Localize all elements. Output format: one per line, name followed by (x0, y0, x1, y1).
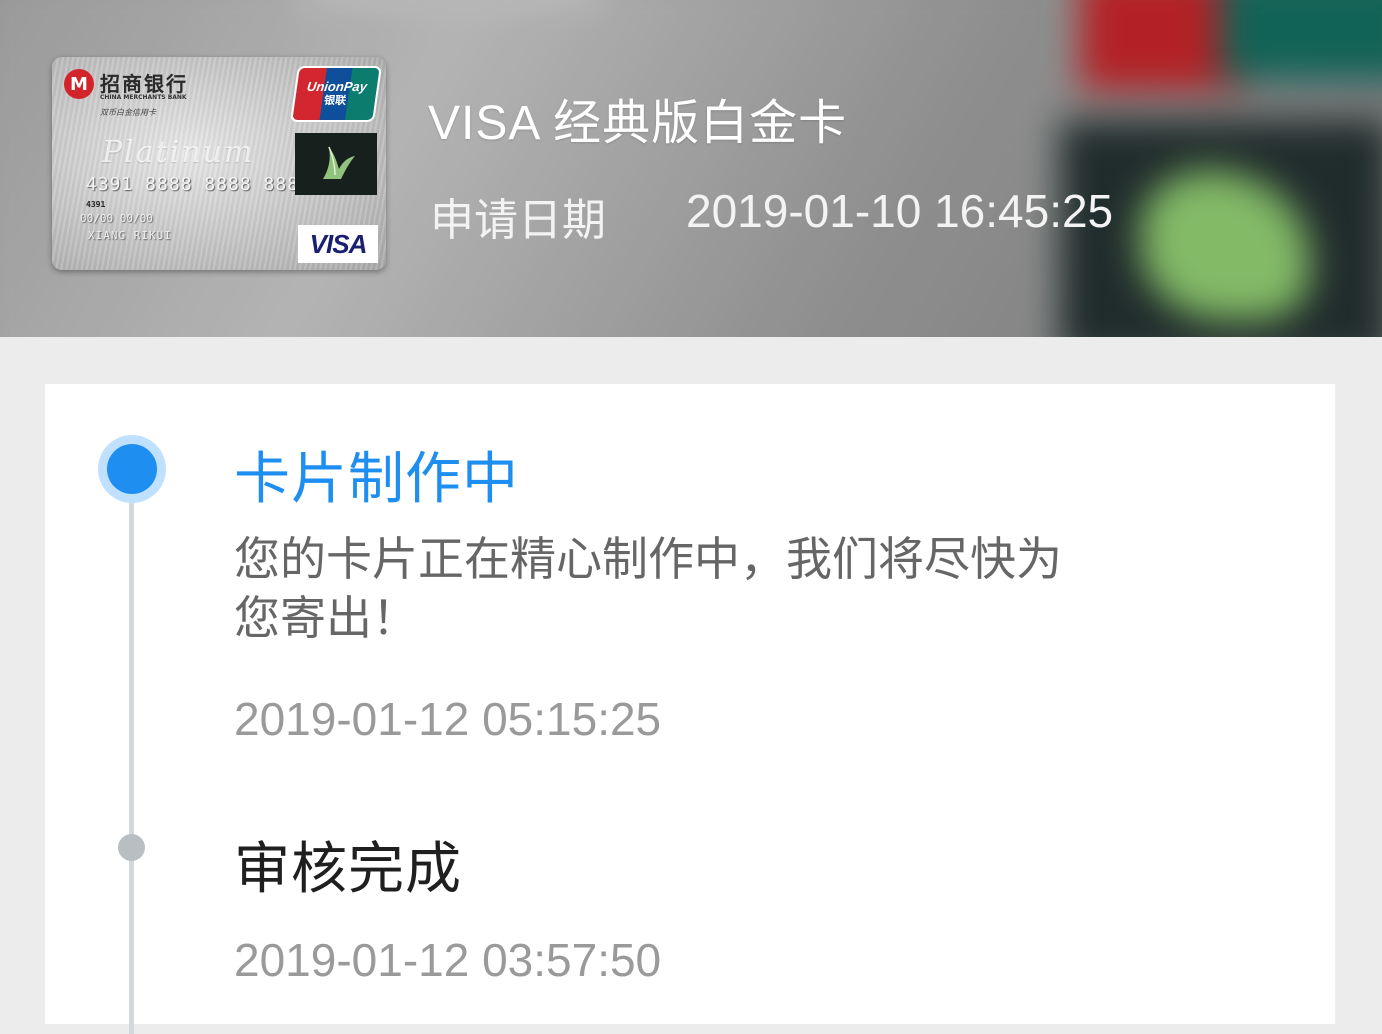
card-subtitle: 双币白金信用卡 (100, 108, 156, 117)
card-header: M 招商银行 CHINA MERCHANTS BANK 双币白金信用卡 Plat… (0, 0, 1382, 337)
dove-hologram-icon (295, 133, 377, 195)
application-progress-panel: 卡片制作中 您的卡片正在精心制作中，我们将尽快为您寄出！ 2019-01-12 … (45, 384, 1335, 1034)
card-number-prefix: 4391 (86, 200, 106, 209)
apply-date-value: 2019-01-10 16:45:25 (686, 185, 1114, 237)
bank-name-en: CHINA MERCHANTS BANK (100, 94, 187, 101)
unionpay-logo-icon: UnionPay 银联 (290, 66, 382, 122)
apply-date-label: 申请日期 (430, 195, 606, 246)
timeline-line (129, 474, 134, 1034)
card-product-name: VISA 经典版白金卡 (428, 97, 848, 150)
step-title-review-complete: 审核完成 (234, 837, 462, 902)
step-description-card-production: 您的卡片正在精心制作中，我们将尽快为您寄出！ (234, 532, 1062, 645)
card-holder-name: XIANG RIKUI (88, 229, 172, 242)
step-time-card-production: 2019-01-12 05:15:25 (234, 693, 662, 745)
bank-name: 招商银行 (100, 72, 188, 96)
timeline-dot-active (98, 435, 166, 503)
credit-card-image: M 招商银行 CHINA MERCHANTS BANK 双币白金信用卡 Plat… (52, 57, 386, 270)
visa-logo-icon: VISA (298, 225, 378, 263)
card-number: 4391 8888 8888 8888 (86, 174, 311, 195)
bank-logo-icon: M (64, 69, 94, 99)
timeline-dot-done (118, 834, 145, 861)
step-time-review-complete: 2019-01-12 03:57:50 (234, 934, 662, 986)
platinum-watermark: Platinum (102, 135, 255, 170)
card-valid-dates: 00/00 00/00 (80, 212, 153, 225)
step-title-card-production: 卡片制作中 (234, 447, 519, 512)
